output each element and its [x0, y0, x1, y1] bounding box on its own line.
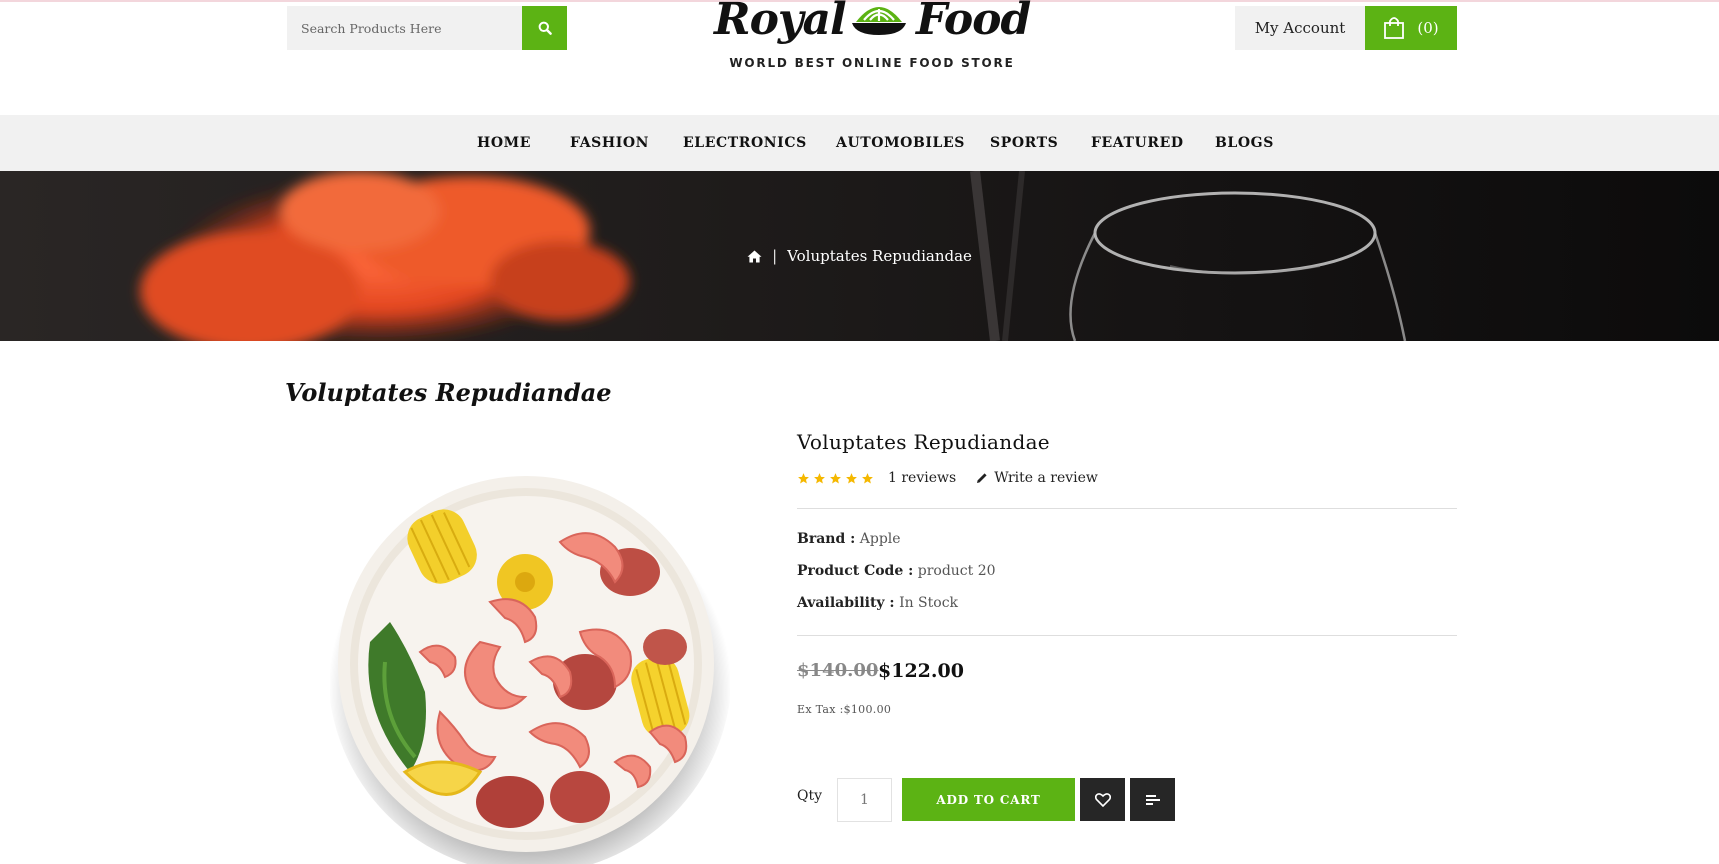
divider — [797, 508, 1457, 509]
brand-row: Brand : Apple — [797, 531, 901, 547]
nav-item-automobiles[interactable]: AUTOMOBILES — [836, 115, 965, 171]
rating-row: 1 reviews Write a review — [797, 470, 1098, 486]
product-code-row: Product Code : product 20 — [797, 563, 996, 579]
star-icon — [846, 472, 857, 483]
bowl-logo-icon — [852, 7, 906, 35]
nav-item-fashion[interactable]: FASHION — [570, 115, 649, 171]
ex-tax-price: Ex Tax :$100.00 — [797, 703, 892, 716]
star-icon — [814, 472, 825, 483]
nav-item-electronics[interactable]: ELECTRONICS — [683, 115, 807, 171]
breadcrumb-current[interactable]: Voluptates Repudiandae — [787, 247, 972, 265]
reviews-link[interactable]: 1 reviews — [888, 470, 956, 486]
star-icon — [862, 472, 873, 483]
logo-word-right: Food — [916, 0, 1031, 45]
search-input[interactable] — [287, 6, 522, 50]
write-review-label: Write a review — [994, 470, 1098, 486]
brand-label: Brand : — [797, 531, 856, 547]
page-title: Voluptates Repudiandae — [285, 378, 612, 407]
cart-count: (0) — [1417, 19, 1439, 37]
product-code-label: Product Code : — [797, 563, 914, 579]
qty-label: Qty — [797, 788, 823, 804]
site-logo[interactable]: Royal Food WORLD BEST ONLINE FOOD STORE — [700, 0, 1044, 80]
nav-item-featured[interactable]: FEATURED — [1091, 115, 1184, 171]
my-account-button[interactable]: My Account — [1235, 6, 1365, 50]
cart-button[interactable]: (0) — [1365, 6, 1457, 50]
page-banner: | Voluptates Repudiandae — [0, 171, 1719, 341]
logo-word-left: Royal — [714, 0, 847, 45]
star-rating — [797, 472, 874, 485]
star-icon — [830, 472, 841, 483]
availability-label: Availability : — [797, 595, 895, 611]
add-to-cart-button[interactable]: ADD TO CART — [902, 778, 1075, 821]
product-info: Voluptates Repudiandae 1 reviews Write a… — [797, 430, 1457, 822]
search-icon — [538, 21, 552, 35]
product-image[interactable] — [330, 472, 730, 864]
availability-row: Availability : In Stock — [797, 595, 958, 611]
compare-button[interactable] — [1130, 778, 1175, 821]
breadcrumb: | Voluptates Repudiandae — [0, 171, 1719, 341]
write-review-link[interactable]: Write a review — [976, 470, 1098, 486]
home-icon[interactable] — [747, 250, 762, 263]
shopping-bag-icon — [1384, 17, 1405, 39]
availability-value: In Stock — [899, 595, 959, 611]
nav-item-home[interactable]: HOME — [477, 115, 531, 171]
nav-item-sports[interactable]: SPORTS — [990, 115, 1058, 171]
old-price: $140.00 — [797, 660, 879, 681]
compare-icon — [1145, 794, 1160, 805]
main-nav: HOME FASHION ELECTRONICS AUTOMOBILES SPO… — [0, 115, 1719, 171]
pencil-icon — [977, 473, 987, 483]
product-name: Voluptates Repudiandae — [797, 430, 1050, 454]
heart-icon — [1094, 792, 1111, 807]
search-button[interactable] — [522, 6, 567, 50]
brand-value[interactable]: Apple — [860, 531, 901, 547]
quantity-input[interactable] — [837, 778, 892, 822]
logo-tagline: WORLD BEST ONLINE FOOD STORE — [729, 56, 1015, 70]
price: $122.00 — [878, 660, 964, 682]
divider — [797, 635, 1457, 636]
wishlist-button[interactable] — [1080, 778, 1125, 821]
product-code-value: product 20 — [917, 563, 996, 579]
search-bar — [287, 6, 567, 50]
breadcrumb-separator: | — [772, 247, 778, 265]
nav-item-blogs[interactable]: BLOGS — [1215, 115, 1274, 171]
star-icon — [798, 472, 809, 483]
